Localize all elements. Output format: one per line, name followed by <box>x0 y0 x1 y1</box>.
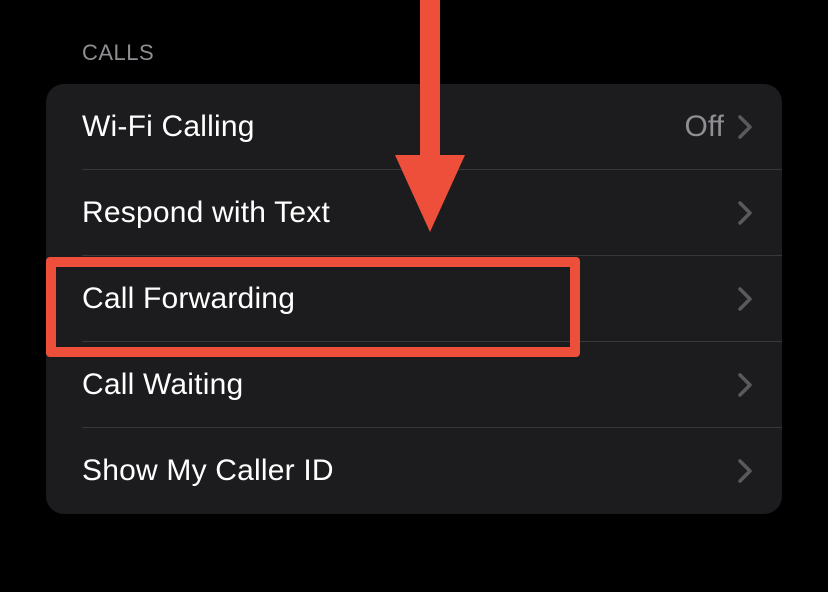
chevron-right-icon <box>738 287 752 311</box>
row-right <box>738 459 752 483</box>
row-label: Show My Caller ID <box>82 454 334 488</box>
row-right <box>738 287 752 311</box>
row-label: Respond with Text <box>82 196 330 230</box>
row-show-my-caller-id[interactable]: Show My Caller ID <box>46 428 782 514</box>
row-call-waiting[interactable]: Call Waiting <box>46 342 782 428</box>
row-call-forwarding[interactable]: Call Forwarding <box>46 256 782 342</box>
chevron-right-icon <box>738 373 752 397</box>
row-label: Call Waiting <box>82 368 243 402</box>
settings-group-calls: Wi-Fi Calling Off Respond with Text <box>46 84 782 514</box>
row-right <box>738 373 752 397</box>
row-right: Off <box>685 110 752 144</box>
chevron-right-icon <box>738 201 752 225</box>
chevron-right-icon <box>738 459 752 483</box>
row-right <box>738 201 752 225</box>
row-wifi-calling[interactable]: Wi-Fi Calling Off <box>46 84 782 170</box>
row-label: Call Forwarding <box>82 282 295 316</box>
row-label: Wi-Fi Calling <box>82 110 255 144</box>
chevron-right-icon <box>738 115 752 139</box>
section-header-calls: CALLS <box>82 40 782 66</box>
row-value: Off <box>685 110 724 144</box>
row-respond-with-text[interactable]: Respond with Text <box>46 170 782 256</box>
